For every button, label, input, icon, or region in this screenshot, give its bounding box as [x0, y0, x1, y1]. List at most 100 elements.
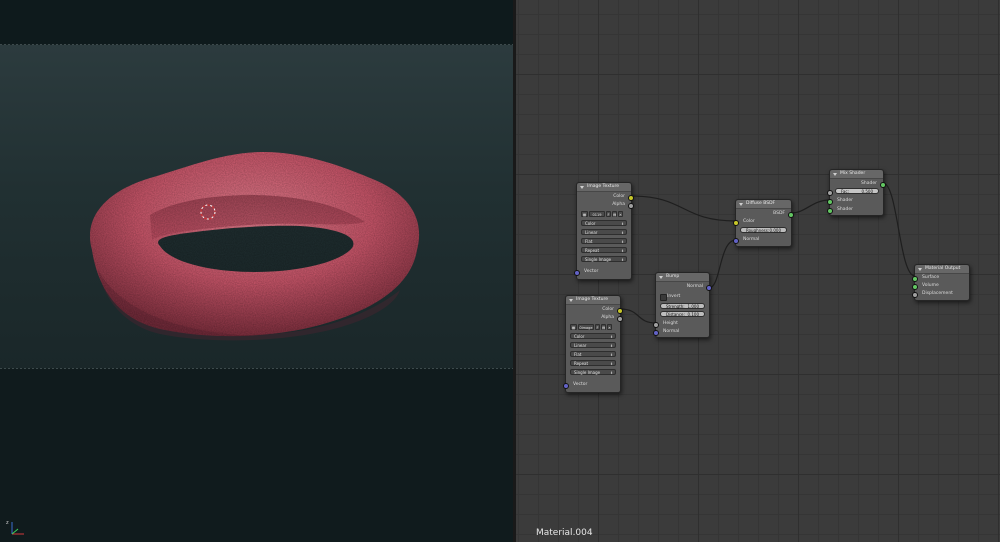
- link-tex1-to-diffuse: [630, 195, 737, 222]
- collapse-arrow-icon[interactable]: [918, 268, 922, 271]
- socket-color-out[interactable]: [628, 194, 634, 201]
- unlink-icon[interactable]: ✕: [618, 210, 623, 217]
- unlink-icon[interactable]: ✕: [607, 323, 612, 330]
- distance-field[interactable]: Distance: 0.100: [660, 311, 705, 317]
- socket-vector-in[interactable]: [563, 383, 569, 389]
- color-mode-select[interactable]: Color ⬍: [570, 333, 616, 339]
- socket-alpha-out[interactable]: [617, 315, 623, 322]
- fake-user-button[interactable]: F: [606, 210, 611, 217]
- collapse-arrow-icon[interactable]: [569, 299, 573, 302]
- output-color-label: Color: [613, 194, 625, 199]
- input-shader-2-label: Shader: [837, 207, 853, 212]
- node-header[interactable]: Image Texture: [577, 183, 631, 192]
- axis-gizmo-icon: z: [6, 520, 24, 535]
- color-mode-select[interactable]: Color ⬍: [581, 220, 627, 226]
- node-header[interactable]: Diffuse BSDF: [736, 200, 791, 209]
- output-alpha-label: Alpha: [601, 315, 614, 320]
- image-selector[interactable]: ▦ 0119 F ▤ ✕: [581, 210, 623, 217]
- input-displacement-label: Displacement: [922, 291, 953, 296]
- roughness-field[interactable]: Roughness: 0.000: [740, 227, 787, 233]
- mix-shader-node[interactable]: Mix Shader Shader Fac: 0.500 Shader Shade…: [827, 169, 886, 216]
- material-output-node[interactable]: Material Output Surface Volume Displacem…: [912, 264, 970, 301]
- node-title: Image Texture: [587, 184, 619, 189]
- socket-color-out[interactable]: [617, 307, 623, 314]
- output-bsdf-label: BSDF: [773, 211, 785, 216]
- image-browse-icon[interactable]: ▦: [570, 323, 577, 330]
- link-bump-to-diffuse: [708, 239, 737, 289]
- socket-alpha-out[interactable]: [628, 202, 634, 209]
- socket-volume-in[interactable]: [912, 284, 918, 290]
- source-select[interactable]: Single Image ⬍: [570, 369, 616, 375]
- collapse-arrow-icon[interactable]: [739, 203, 743, 206]
- svg-text:z: z: [6, 520, 9, 526]
- image-texture-node-1[interactable]: Image Texture Color Alpha ▦ 0119 F ▤ ✕ C…: [574, 182, 634, 280]
- image-name[interactable]: 0image: [578, 323, 594, 330]
- socket-normal-out[interactable]: [706, 284, 712, 291]
- node-header[interactable]: Bump: [656, 273, 709, 282]
- input-vector-label: Vector: [573, 382, 588, 387]
- projection-select[interactable]: Flat ⬍: [581, 238, 627, 244]
- link-tex2-to-bump: [619, 308, 657, 324]
- input-color-label: Color: [743, 219, 755, 224]
- invert-checkbox[interactable]: [660, 294, 667, 301]
- node-header[interactable]: Material Output: [915, 265, 969, 274]
- input-surface-label: Surface: [922, 275, 940, 280]
- material-name-label: Material.004: [536, 528, 593, 538]
- open-folder-icon[interactable]: ▤: [612, 210, 617, 217]
- output-normal-label: Normal: [686, 284, 703, 289]
- socket-color-in[interactable]: [733, 220, 739, 226]
- socket-shader-out[interactable]: [880, 181, 886, 188]
- input-shader-1-label: Shader: [837, 198, 853, 203]
- input-vector-label: Vector: [584, 269, 599, 274]
- output-alpha-label: Alpha: [612, 202, 625, 207]
- image-selector[interactable]: ▦ 0image F ▤ ✕: [570, 323, 612, 330]
- socket-vector-in[interactable]: [574, 270, 580, 276]
- projection-select[interactable]: Flat ⬍: [570, 351, 616, 357]
- link-mix-to-output: [882, 182, 916, 277]
- input-height-label: Height: [663, 321, 678, 326]
- bump-node[interactable]: Bump Normal Invert Strength: 1.000 Distan…: [653, 272, 712, 338]
- socket-displacement-in[interactable]: [912, 292, 918, 298]
- extension-select[interactable]: Repeat ⬍: [581, 247, 627, 253]
- socket-shader-2-in[interactable]: [827, 208, 833, 214]
- collapse-arrow-icon[interactable]: [580, 186, 584, 189]
- link-diffuse-to-mix: [790, 199, 831, 214]
- source-select[interactable]: Single Image ⬍: [581, 256, 627, 262]
- node-title: Mix Shader: [840, 171, 866, 176]
- input-normal-label: Normal: [663, 329, 680, 334]
- node-title: Diffuse BSDF: [746, 201, 776, 206]
- torus-render: [89, 151, 420, 341]
- fac-field[interactable]: Fac: 0.500: [835, 188, 879, 194]
- socket-surface-in[interactable]: [912, 276, 918, 282]
- input-normal-label: Normal: [743, 237, 760, 242]
- strength-field[interactable]: Strength: 1.000: [660, 303, 705, 309]
- invert-label: Invert: [667, 294, 681, 299]
- image-name[interactable]: 0119: [589, 210, 605, 217]
- input-volume-label: Volume: [922, 283, 939, 288]
- node-title: Material Output: [925, 266, 961, 271]
- node-editor[interactable]: Image Texture Color Alpha ▦ 0119 F ▤ ✕ C…: [516, 0, 1000, 542]
- node-title: Image Texture: [576, 297, 608, 302]
- node-header[interactable]: Mix Shader: [830, 170, 883, 179]
- extension-select[interactable]: Repeat ⬍: [570, 360, 616, 366]
- socket-shader-1-in[interactable]: [827, 199, 833, 205]
- interpolation-select[interactable]: Linear ⬍: [581, 229, 627, 235]
- output-color-label: Color: [602, 307, 614, 312]
- node-title: Bump: [666, 274, 680, 279]
- node-header[interactable]: Image Texture: [566, 296, 620, 305]
- collapse-arrow-icon[interactable]: [833, 173, 837, 176]
- open-folder-icon[interactable]: ▤: [601, 323, 606, 330]
- socket-normal-in[interactable]: [733, 238, 739, 244]
- output-shader-label: Shader: [861, 181, 877, 186]
- socket-height-in[interactable]: [653, 322, 659, 328]
- fake-user-button[interactable]: F: [595, 323, 600, 330]
- socket-fac-in[interactable]: [827, 190, 833, 196]
- image-browse-icon[interactable]: ▦: [581, 210, 588, 217]
- collapse-arrow-icon[interactable]: [659, 276, 663, 279]
- diffuse-bsdf-node[interactable]: Diffuse BSDF BSDF Color Roughness: 0.000 …: [733, 199, 794, 247]
- socket-normal-in[interactable]: [653, 330, 659, 336]
- image-texture-node-2[interactable]: Image Texture Color Alpha ▦ 0image F ▤ ✕…: [563, 295, 623, 393]
- socket-bsdf-out[interactable]: [788, 211, 794, 218]
- 3d-viewport[interactable]: z: [0, 0, 513, 542]
- interpolation-select[interactable]: Linear ⬍: [570, 342, 616, 348]
